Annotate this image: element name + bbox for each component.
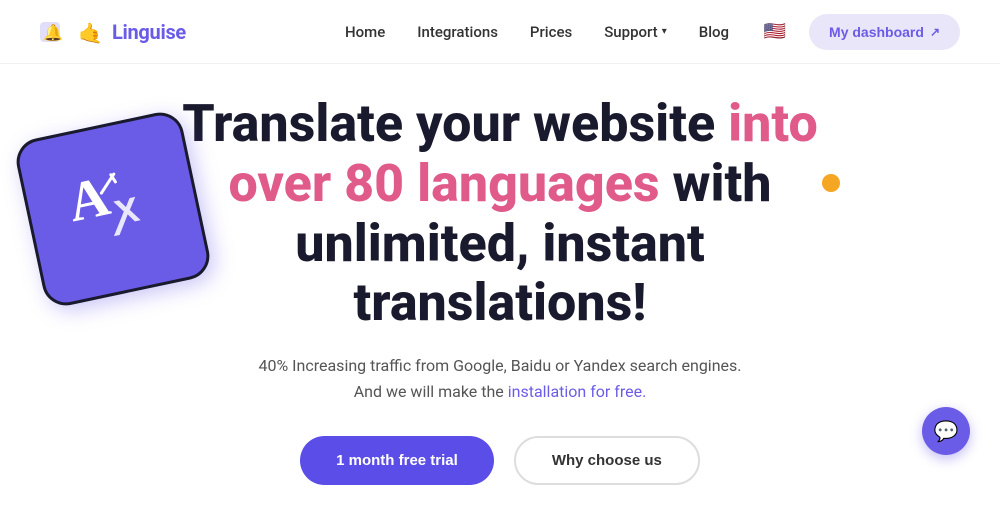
nav-flag[interactable]: 🇺🇸 xyxy=(761,22,789,42)
translate-card-illustration: A ꭗ xyxy=(12,108,214,310)
free-trial-button[interactable]: 1 month free trial xyxy=(300,436,494,485)
svg-text:A: A xyxy=(63,165,116,234)
svg-text:🤙: 🤙 xyxy=(78,21,103,45)
logo[interactable]: 🔔 🤙 Linguise xyxy=(40,18,186,46)
nav-item-prices[interactable]: Prices xyxy=(530,22,572,41)
chat-bubble-button[interactable]: 💬 xyxy=(922,407,970,455)
free-installation-link[interactable]: installation for free. xyxy=(508,382,647,401)
nav-item-support[interactable]: Support ▾ xyxy=(604,23,667,41)
hero-title-part1: Translate your website xyxy=(182,93,728,154)
dashboard-button[interactable]: My dashboard ↗ xyxy=(809,14,960,50)
hero-section: A ꭗ Translate your website into over 80 … xyxy=(0,64,1000,485)
dashboard-label: My dashboard xyxy=(829,24,924,40)
nav-item-blog[interactable]: Blog xyxy=(699,22,729,41)
orange-dot-decoration xyxy=(822,174,840,192)
nav-item-integrations[interactable]: Integrations xyxy=(417,22,498,41)
logo-text: Linguise xyxy=(112,20,186,44)
hero-subtitle-line1: 40% Increasing traffic from Google, Baid… xyxy=(258,356,741,375)
external-link-icon: ↗ xyxy=(930,25,940,39)
translate-card-icon: A ꭗ xyxy=(52,144,173,274)
language-flag-icon: 🇺🇸 xyxy=(761,22,789,42)
hero-buttons: 1 month free trial Why choose us xyxy=(40,436,960,485)
navbar: 🔔 🤙 Linguise Home Integrations Prices Su… xyxy=(0,0,1000,64)
chat-icon: 💬 xyxy=(934,419,959,443)
support-dropdown-icon: ▾ xyxy=(662,26,667,37)
hero-title: Translate your website into over 80 lang… xyxy=(150,94,850,333)
logo-bell-icon: 🤙 xyxy=(76,18,104,46)
nav-menu: Home Integrations Prices Support ▾ Blog … xyxy=(345,22,789,42)
hero-subtitle-line2: And we will make the xyxy=(354,382,508,401)
svg-text:🔔: 🔔 xyxy=(43,23,63,42)
nav-item-home[interactable]: Home xyxy=(345,22,385,41)
why-choose-us-button[interactable]: Why choose us xyxy=(514,436,700,485)
logo-icon: 🔔 xyxy=(40,18,68,46)
hero-subtitle: 40% Increasing traffic from Google, Baid… xyxy=(40,353,960,404)
